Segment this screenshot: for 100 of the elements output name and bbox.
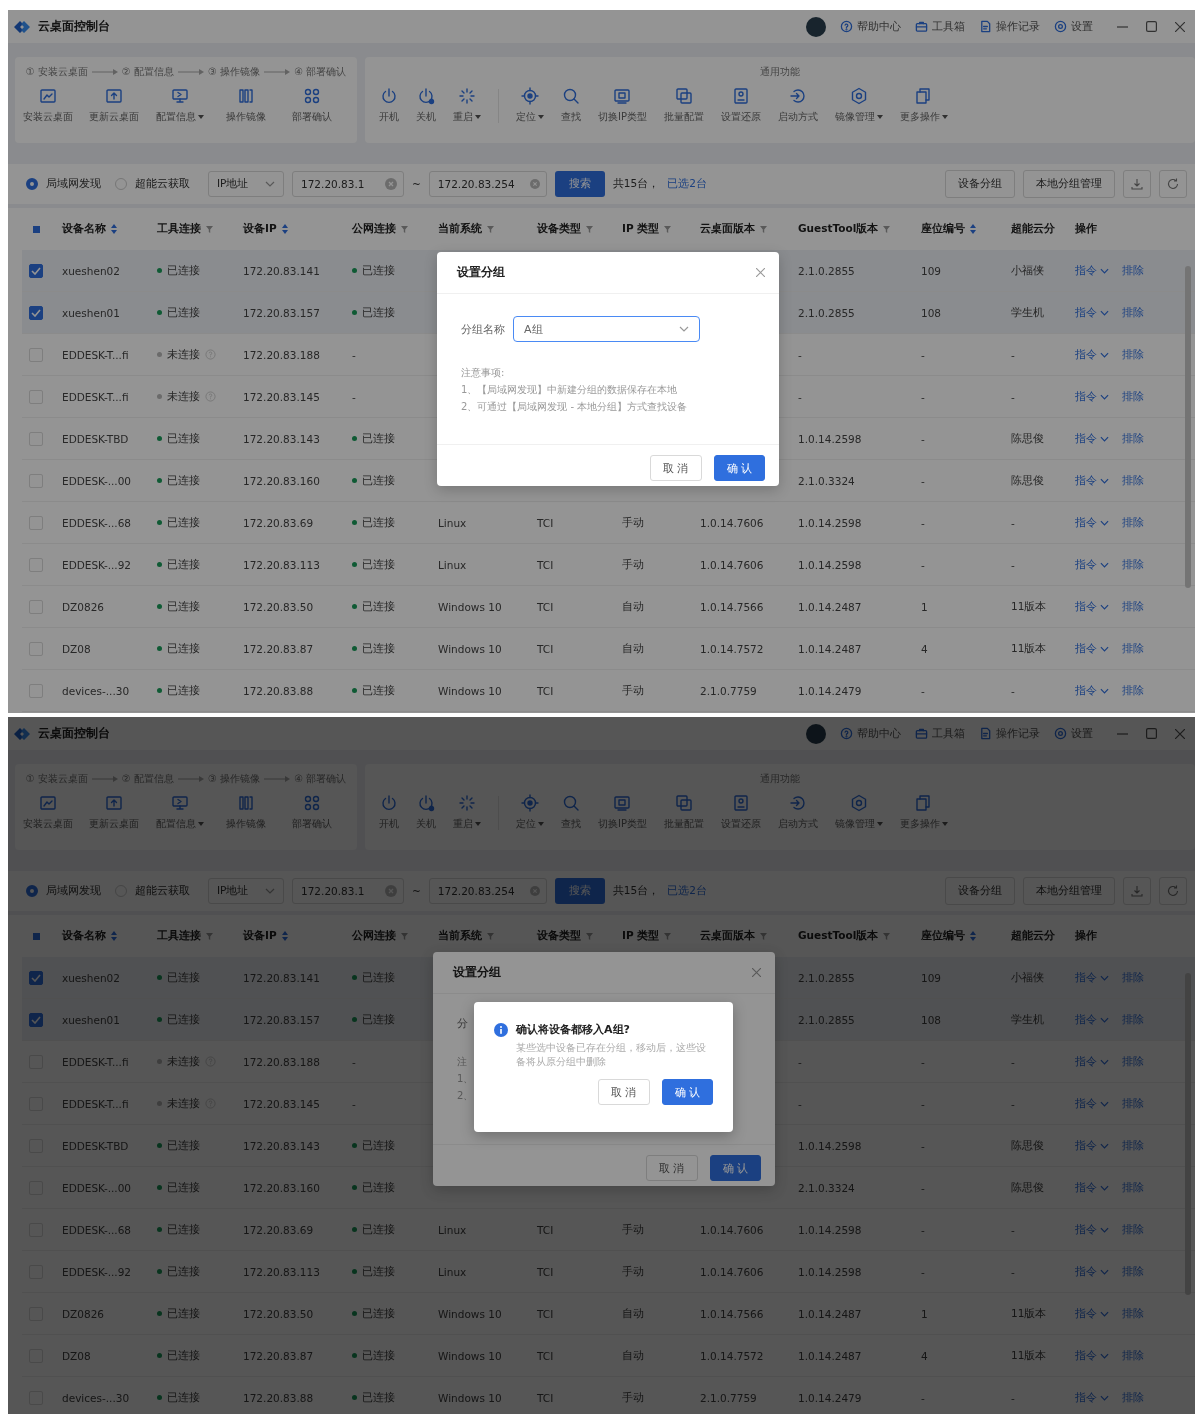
group-button[interactable]: 设备分组 [945, 170, 1015, 198]
action-link[interactable]: 指令 [1075, 557, 1097, 572]
filter-icon[interactable] [487, 225, 494, 233]
confirm-button[interactable]: 确 认 [713, 455, 765, 481]
group-button[interactable]: 本地分组管理 [1023, 877, 1115, 905]
action-link[interactable]: 指令 [1075, 347, 1097, 362]
input-field[interactable]: 172.20.83.254 [437, 178, 526, 190]
input-field[interactable]: 172.20.83.254 [428, 171, 547, 197]
sort-icon[interactable] [970, 224, 976, 234]
chevron-down-icon[interactable] [1100, 1226, 1109, 1233]
filter-icon[interactable] [401, 932, 408, 940]
action-link[interactable]: 排除 [1122, 641, 1144, 656]
radio-button[interactable] [26, 885, 38, 897]
action-link[interactable]: 指令 [1075, 263, 1097, 278]
maximize-icon[interactable] [1146, 728, 1157, 739]
action-link[interactable]: 排除 [1122, 1096, 1144, 1111]
input-field[interactable]: 172.20.83.1 [301, 178, 381, 190]
header-link[interactable]: 设置 [1054, 19, 1093, 34]
header-link[interactable]: 操作记录 [979, 19, 1040, 34]
chevron-down-icon[interactable] [1100, 1310, 1109, 1317]
chevron-down-icon[interactable] [1100, 477, 1109, 484]
filter-icon[interactable] [664, 225, 672, 233]
toolbar-button[interactable]: 设置还原 [721, 87, 761, 124]
scrollbar[interactable] [1185, 266, 1191, 588]
chevron-down-icon[interactable] [1100, 687, 1109, 694]
action-link[interactable]: 指令 [1075, 431, 1097, 446]
select-field[interactable]: IP地址 [208, 878, 284, 904]
chevron-down-icon[interactable] [1100, 435, 1109, 442]
clear-icon[interactable] [385, 178, 397, 190]
action-link[interactable]: 排除 [1122, 1222, 1144, 1237]
action-link[interactable]: 指令 [1075, 473, 1097, 488]
toolbar-button[interactable]: 更新云桌面 [81, 87, 147, 124]
header-link[interactable]: 帮助中心 [840, 19, 901, 34]
action-link[interactable]: 排除 [1122, 683, 1144, 698]
cancel-button[interactable]: 取 消 [646, 1155, 698, 1181]
filter-icon[interactable] [487, 932, 494, 940]
radio-button[interactable] [26, 178, 38, 190]
action-link[interactable]: 排除 [1122, 1264, 1144, 1279]
chevron-down-icon[interactable] [1100, 1100, 1109, 1107]
action-link[interactable]: 排除 [1122, 1348, 1144, 1363]
header-link[interactable]: 工具箱 [915, 19, 965, 34]
filter-icon[interactable] [760, 225, 767, 233]
input-field[interactable]: 172.20.83.254 [437, 885, 526, 897]
action-link[interactable]: 指令 [1075, 1348, 1097, 1363]
selected-count-link[interactable]: 已选2台 [667, 177, 707, 191]
avatar[interactable] [806, 16, 826, 37]
toolbar-button[interactable]: 批量配置 [664, 87, 704, 124]
toolbar-button[interactable]: 重启 [453, 87, 481, 124]
selected-count-link[interactable]: 已选2台 [667, 884, 707, 898]
checkbox[interactable] [29, 970, 43, 985]
sort-icon[interactable] [111, 224, 117, 234]
filter-icon[interactable] [760, 932, 767, 940]
cancel-button[interactable]: 取 消 [598, 1079, 650, 1105]
filter-icon[interactable] [664, 932, 672, 940]
action-link[interactable]: 指令 [1075, 1222, 1097, 1237]
chevron-down-icon[interactable] [1100, 1016, 1109, 1023]
search-button[interactable]: 搜索 [554, 878, 605, 904]
chevron-down-icon[interactable] [1100, 1184, 1109, 1191]
checkbox[interactable] [29, 305, 43, 320]
toolbar-button[interactable]: 配置信息 [147, 87, 213, 124]
action-link[interactable]: 排除 [1122, 263, 1144, 278]
download-button[interactable] [1123, 170, 1151, 198]
clear-icon[interactable] [385, 885, 397, 897]
filter-icon[interactable] [206, 932, 213, 940]
chevron-down-icon[interactable] [1100, 974, 1109, 981]
maximize-icon[interactable] [1146, 21, 1157, 32]
avatar[interactable] [806, 723, 826, 744]
toolbar-button[interactable]: 查找 [561, 87, 581, 124]
action-link[interactable]: 指令 [1075, 1306, 1097, 1321]
checkbox[interactable] [29, 263, 43, 278]
action-link[interactable]: 指令 [1075, 1138, 1097, 1153]
action-link[interactable]: 指令 [1075, 683, 1097, 698]
toolbar-button[interactable]: 部署确认 [279, 87, 345, 124]
input-field[interactable]: 172.20.83.254 [428, 878, 547, 904]
filter-icon[interactable] [401, 225, 408, 233]
clear-icon[interactable] [529, 178, 540, 190]
action-link[interactable]: 指令 [1075, 305, 1097, 320]
action-link[interactable]: 排除 [1122, 1180, 1144, 1195]
chevron-down-icon[interactable] [1100, 1394, 1109, 1401]
close-icon[interactable] [752, 968, 761, 977]
chevron-down-icon[interactable] [1100, 393, 1109, 400]
chevron-down-icon[interactable] [1100, 561, 1109, 568]
confirm-button[interactable]: 确 认 [661, 1079, 713, 1105]
action-link[interactable]: 指令 [1075, 1012, 1097, 1027]
sort-icon[interactable] [281, 224, 288, 234]
minimize-icon[interactable] [1117, 732, 1128, 735]
chevron-down-icon[interactable] [1100, 351, 1109, 358]
action-link[interactable]: 排除 [1122, 347, 1144, 362]
group-select[interactable]: A组 [513, 316, 700, 342]
chevron-down-icon[interactable] [1100, 267, 1109, 274]
filter-icon[interactable] [883, 225, 891, 233]
refresh-button[interactable] [1159, 170, 1187, 198]
action-link[interactable]: 指令 [1075, 1180, 1097, 1195]
toolbar-button[interactable]: 开机 [379, 87, 399, 124]
input-field[interactable]: 172.20.83.1 [292, 171, 404, 197]
input-field[interactable]: 172.20.83.1 [301, 885, 381, 897]
checkbox[interactable] [29, 1012, 43, 1027]
action-link[interactable]: 排除 [1122, 431, 1144, 446]
select-field[interactable]: IP地址 [208, 171, 284, 197]
chevron-down-icon[interactable] [1100, 1352, 1109, 1359]
